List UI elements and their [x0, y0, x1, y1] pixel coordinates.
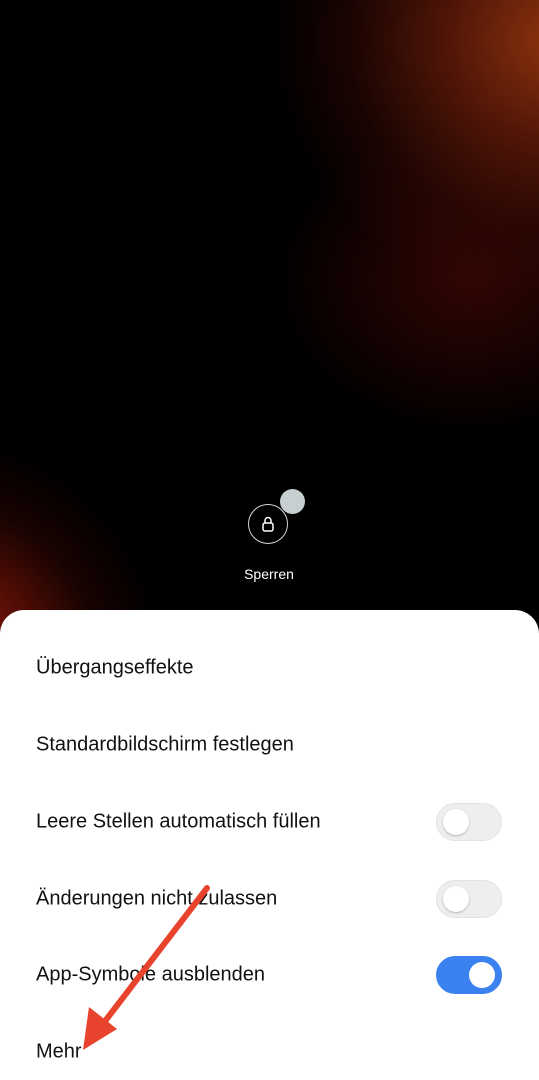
lock-layout-toggle[interactable] [436, 880, 502, 918]
menu-item-label: Änderungen nicht zulassen [36, 887, 278, 910]
autofill-gaps-toggle[interactable] [436, 803, 502, 841]
menu-item-hide-app-icons[interactable]: App-Symbole ausblenden [0, 937, 539, 1013]
settings-sheet: Übergangseffekte Standardbildschirm fest… [0, 610, 539, 1080]
menu-item-label: Übergangseffekte [36, 656, 194, 679]
menu-item-more[interactable]: Mehr [0, 1014, 539, 1080]
menu-item-label: App-Symbole ausblenden [36, 963, 266, 986]
menu-item-default-screen[interactable]: Standardbildschirm festlegen [0, 707, 539, 783]
menu-item-label: Standardbildschirm festlegen [36, 733, 294, 756]
hide-app-icons-toggle[interactable] [436, 956, 502, 994]
lock-button[interactable] [248, 504, 288, 544]
lock-icon [262, 516, 274, 532]
wallpaper [0, 0, 539, 640]
menu-item-transition-effects[interactable]: Übergangseffekte [0, 630, 539, 706]
menu-item-label: Mehr [36, 1040, 82, 1063]
toggle-knob [443, 886, 469, 912]
menu-item-label: Leere Stellen automatisch füllen [36, 810, 321, 833]
touch-indicator [280, 489, 305, 514]
menu-item-autofill-gaps[interactable]: Leere Stellen automatisch füllen [0, 784, 539, 860]
toggle-knob [443, 809, 469, 835]
lock-label: Sperren [244, 566, 294, 582]
menu-item-lock-layout[interactable]: Änderungen nicht zulassen [0, 861, 539, 937]
toggle-knob [469, 962, 495, 988]
